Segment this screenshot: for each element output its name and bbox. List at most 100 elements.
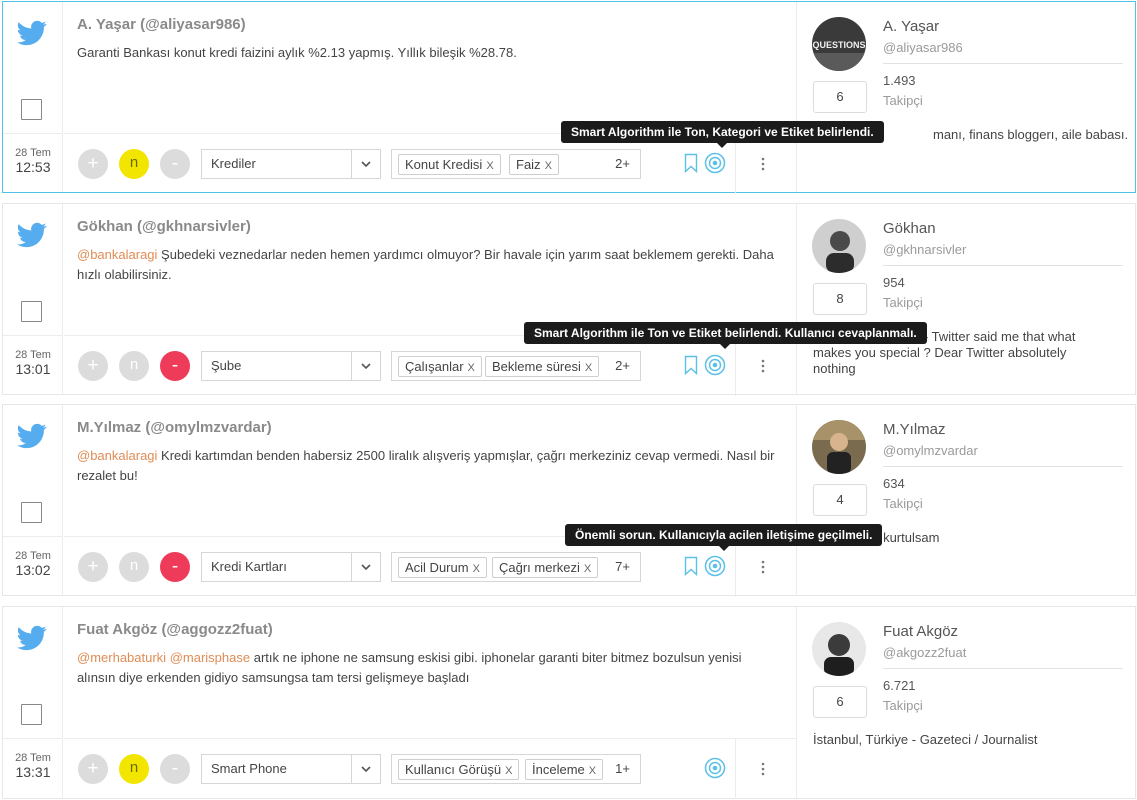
tag-input[interactable]: Acil Durum X Çağrı merkezi X 7+	[391, 552, 641, 582]
vertical-dots-icon[interactable]	[761, 156, 765, 172]
select-checkbox[interactable]	[21, 99, 42, 120]
twitter-bird-icon	[17, 625, 47, 651]
profile-name[interactable]: Gökhan	[883, 220, 936, 237]
positive-tone-button[interactable]: +	[78, 754, 108, 784]
positive-tone-button[interactable]: +	[78, 149, 108, 179]
tag-label: Kullanıcı Görüşü	[405, 762, 502, 777]
tag-remove-button[interactable]: X	[545, 160, 552, 172]
vertical-dots-icon[interactable]	[761, 559, 765, 575]
post-date-day: 28 Tem	[15, 349, 51, 361]
tag-input[interactable]: Konut Kredisi X Faiz X 2+	[391, 149, 641, 179]
post-left-column: 28 Tem 13:01	[3, 204, 63, 394]
profile-bio: de kurtulsam	[865, 530, 940, 545]
twitter-bird-icon	[17, 423, 47, 449]
avatar[interactable]	[812, 420, 866, 474]
select-checkbox[interactable]	[21, 301, 42, 322]
negative-tone-button[interactable]: -	[160, 351, 190, 381]
post-actions-bar: + n - Smart Phone Kullanıcı Görüşü X İnce…	[64, 738, 796, 799]
followers-label: Takipçi	[883, 295, 923, 310]
post-author[interactable]: A. Yaşar (@aliyasar986)	[77, 16, 246, 33]
more-tags-count[interactable]: 2+	[615, 358, 630, 373]
profile-name[interactable]: Fuat Akgöz	[883, 623, 958, 640]
more-tags-count[interactable]: 2+	[615, 156, 630, 171]
negative-tone-button[interactable]: -	[160, 754, 190, 784]
chevron-down-icon	[361, 161, 371, 168]
mention-link[interactable]: @merhabaturki	[77, 650, 166, 665]
followers-count: 634	[883, 476, 905, 491]
post-card: 28 Tem 13:02 M.Yılmaz (@omylmzvardar) @b…	[2, 404, 1136, 597]
negative-tone-button[interactable]: -	[160, 552, 190, 582]
category-select[interactable]: Şube	[201, 351, 381, 381]
target-icon[interactable]	[704, 555, 726, 577]
post-count-box: 8	[813, 283, 867, 315]
tag-input[interactable]: Çalışanlar X Bekleme süresi X 2+	[391, 351, 641, 381]
category-select[interactable]: Krediler	[201, 149, 381, 179]
positive-tone-button[interactable]: +	[78, 351, 108, 381]
post-text-body: Şubedeki veznedarlar neden hemen yardımc…	[77, 247, 774, 282]
negative-tone-button[interactable]: -	[160, 149, 190, 179]
select-separator	[351, 755, 352, 783]
author-profile: Fuat Akgöz @akgozz2fuat 6 6.721 Takipçi …	[796, 607, 1136, 798]
tag-remove-button[interactable]: X	[486, 160, 493, 172]
profile-divider	[883, 466, 1123, 467]
target-icon[interactable]	[704, 354, 726, 376]
select-checkbox[interactable]	[21, 502, 42, 523]
post-date-time: 13:02	[15, 562, 51, 578]
category-select[interactable]: Kredi Kartları	[201, 552, 381, 582]
category-select-value: Kredi Kartları	[211, 559, 287, 574]
target-icon[interactable]	[704, 757, 726, 779]
post-author[interactable]: Gökhan (@gkhnarsivler)	[77, 218, 251, 235]
neutral-tone-button[interactable]: n	[119, 149, 149, 179]
post-card: 28 Tem 13:01 Gökhan (@gkhnarsivler) @ban…	[2, 203, 1136, 396]
post-card: 28 Tem 13:31 Fuat Akgöz (@aggozz2fuat) @…	[2, 606, 1136, 799]
actions-divider	[735, 134, 736, 194]
neutral-tone-button[interactable]: n	[119, 552, 149, 582]
tag-chip: Çalışanlar X	[398, 356, 482, 377]
tag-remove-button[interactable]: X	[505, 765, 512, 777]
twitter-bird-icon	[17, 222, 47, 248]
bookmark-icon[interactable]	[684, 556, 698, 576]
neutral-tone-button[interactable]: n	[119, 351, 149, 381]
profile-name[interactable]: A. Yaşar	[883, 18, 939, 35]
tag-chip: Çağrı merkezi X	[492, 557, 599, 578]
target-icon[interactable]	[704, 152, 726, 174]
tag-remove-button[interactable]: X	[589, 765, 596, 777]
post-text: @merhabaturki @marisphase artık ne iphon…	[77, 648, 777, 688]
positive-tone-button[interactable]: +	[78, 552, 108, 582]
category-select[interactable]: Smart Phone	[201, 754, 381, 784]
vertical-dots-icon[interactable]	[761, 358, 765, 374]
tag-remove-button[interactable]: X	[468, 362, 475, 374]
post-author[interactable]: M.Yılmaz (@omylmzvardar)	[77, 419, 272, 436]
more-tags-count[interactable]: 1+	[615, 761, 630, 776]
tag-remove-button[interactable]: X	[473, 563, 480, 575]
avatar[interactable]	[812, 622, 866, 676]
avatar[interactable]	[812, 219, 866, 273]
post-actions-bar: + n - Şube Çalışanlar X Bekleme süresi X 2…	[64, 335, 796, 396]
author-profile: Gökhan @gkhnarsivler 8 954 Takipçi bul -…	[796, 204, 1136, 394]
more-tags-count[interactable]: 7+	[615, 559, 630, 574]
followers-count: 1.493	[883, 73, 916, 88]
tag-label: Çalışanlar	[405, 359, 464, 374]
tag-remove-button[interactable]: X	[584, 563, 591, 575]
vertical-dots-icon[interactable]	[761, 761, 765, 777]
bookmark-icon[interactable]	[684, 355, 698, 375]
mention-link[interactable]: @marisphase	[170, 650, 250, 665]
mention-link[interactable]: @bankalaragi	[77, 247, 157, 262]
tag-input[interactable]: Kullanıcı Görüşü X İnceleme X 1+	[391, 754, 641, 784]
category-select-value: Şube	[211, 358, 242, 373]
author-profile: M.Yılmaz @omylmzvardar 4 634 Takipçi de …	[796, 405, 1136, 595]
post-author[interactable]: Fuat Akgöz (@aggozz2fuat)	[77, 621, 273, 638]
select-checkbox[interactable]	[21, 704, 42, 725]
avatar[interactable]: QUESTIONS	[812, 17, 866, 71]
post-count-box: 6	[813, 81, 867, 113]
tag-chip: İnceleme X	[525, 759, 604, 780]
neutral-tone-button[interactable]: n	[119, 754, 149, 784]
mention-link[interactable]: @bankalaragi	[77, 448, 157, 463]
bookmark-icon[interactable]	[684, 153, 698, 173]
tag-label: Çağrı merkezi	[499, 560, 580, 575]
tag-chip: Bekleme süresi X	[485, 356, 600, 377]
profile-name[interactable]: M.Yılmaz	[883, 421, 946, 438]
tag-remove-button[interactable]: X	[585, 362, 592, 374]
smart-algorithm-tooltip: Smart Algorithm ile Ton ve Etiket belirl…	[524, 322, 927, 349]
profile-handle: @gkhnarsivler	[883, 242, 967, 257]
